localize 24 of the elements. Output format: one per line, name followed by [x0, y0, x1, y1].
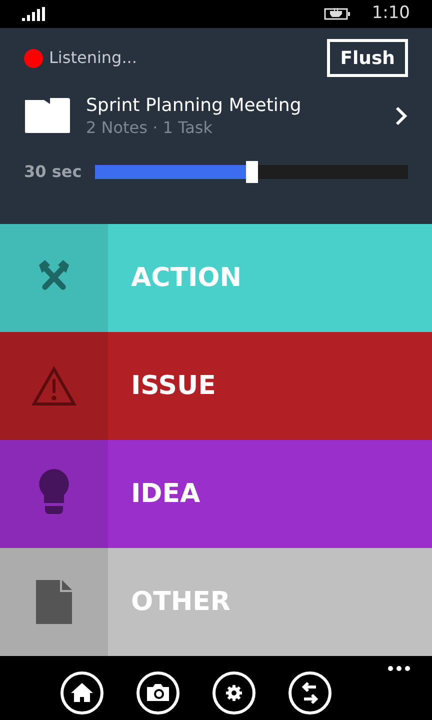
- category-label: OTHER: [131, 586, 230, 618]
- meeting-summary: 2 Notes · 1 Task: [86, 118, 214, 138]
- swap-arrows-icon[interactable]: [286, 669, 334, 717]
- battery-charging-icon: [324, 7, 352, 21]
- flush-button[interactable]: Flush: [327, 39, 408, 77]
- more-icon[interactable]: [388, 666, 410, 671]
- category-label: ACTION: [131, 262, 242, 294]
- category-tile[interactable]: ISSUE: [0, 332, 432, 440]
- meeting-title[interactable]: Sprint Planning Meeting: [86, 94, 394, 118]
- folder-icon: [24, 98, 70, 134]
- category-label: IDEA: [131, 478, 200, 510]
- signal-icon: [22, 7, 48, 21]
- chevron-right-icon[interactable]: [394, 106, 408, 126]
- warning-icon: [31, 366, 77, 406]
- listening-status: Listening...: [49, 47, 137, 69]
- duration-label: 30 sec: [24, 161, 83, 183]
- document-icon: [36, 580, 72, 624]
- camera-icon[interactable]: [134, 669, 182, 717]
- settings-icon[interactable]: [210, 669, 258, 717]
- home-icon[interactable]: [58, 669, 106, 717]
- category-label: ISSUE: [131, 370, 216, 402]
- category-tile[interactable]: IDEA: [0, 440, 432, 548]
- clock-time: 1:10: [372, 2, 410, 26]
- slider-thumb[interactable]: [246, 161, 258, 183]
